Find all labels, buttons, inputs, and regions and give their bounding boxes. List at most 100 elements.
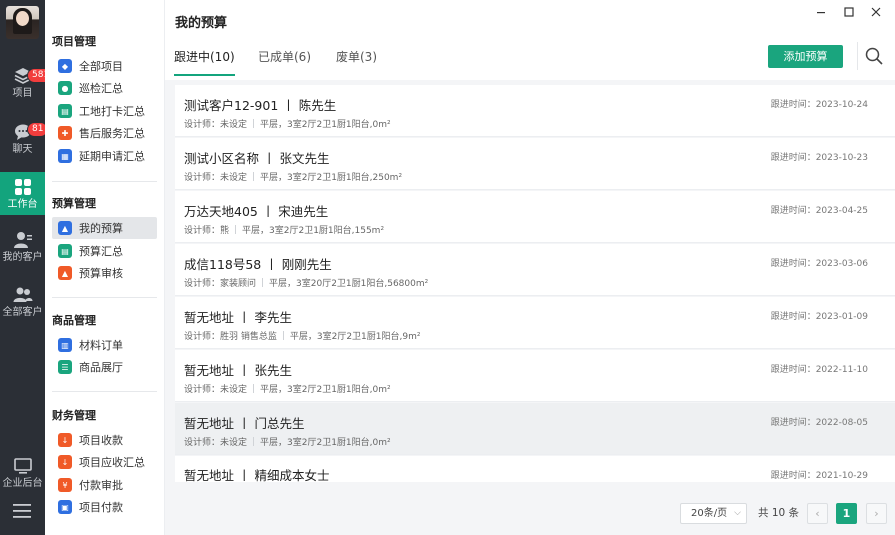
menu-divider <box>52 297 157 298</box>
tab-label: 废单(3) <box>336 50 377 64</box>
item-title: 暂无地址 丨 门总先生 <box>184 416 305 431</box>
yuan-icon: ¥ <box>58 478 72 492</box>
item-follow-time: 跟进时间：2023-10-23 <box>770 153 868 163</box>
menu-item-product-showroom[interactable]: ☰ 商品展厅 <box>52 356 157 378</box>
side-menu: 项目管理 ◆ 全部项目 ● 巡检汇总 ▤ 工地打卡汇总 ✚ 售后服务汇总 ▦ 延期申请汇总… <box>45 0 165 535</box>
menu-item-site-checkin-summary[interactable]: ▤ 工地打卡汇总 <box>52 100 157 122</box>
rail-item-enterprise-admin[interactable]: 企业后台 <box>0 456 45 496</box>
minimize-icon[interactable] <box>813 4 829 20</box>
main-content: 我的预算 跟进中(10) 已成单(6) 废单(3) 添加预算 测试客户12-90… <box>165 0 895 535</box>
item-designer: 设计师：胜羽 销售总监 <box>184 332 277 342</box>
item-follow-time: 跟进时间：2023-03-06 <box>770 259 868 269</box>
prev-page-button[interactable]: ‹ <box>807 503 828 524</box>
hamburger-menu-icon[interactable] <box>13 503 31 519</box>
menu-item-payment-approval[interactable]: ¥ 付款审批 <box>52 474 157 496</box>
item-description: 平层，3室2厅2卫1厨1阳台,0m² <box>260 438 391 448</box>
rail-label: 聊天 <box>12 144 33 155</box>
menu-item-label: 预算汇总 <box>79 245 123 258</box>
menu-item-label: 延期申请汇总 <box>79 150 145 163</box>
menu-item-label: 项目收款 <box>79 434 123 447</box>
item-follow-time: 跟进时间：2023-04-25 <box>770 206 868 216</box>
menu-item-label: 我的预算 <box>79 222 123 235</box>
close-icon[interactable] <box>868 4 884 20</box>
item-designer: 设计师：家装顾问 <box>184 279 257 289</box>
item-title: 测试客户12-901 丨 陈先生 <box>184 98 337 113</box>
item-title: 万达天地405 丨 宋迪先生 <box>184 204 329 219</box>
item-designer: 设计师：未设定 <box>184 438 248 448</box>
menu-item-after-sales-summary[interactable]: ✚ 售后服务汇总 <box>52 122 157 144</box>
list-icon: ☰ <box>58 360 72 374</box>
menu-item-material-orders[interactable]: ▥ 材料订单 <box>52 334 157 356</box>
menu-item-label: 项目付款 <box>79 501 123 514</box>
avatar[interactable] <box>6 6 39 39</box>
page-size-select[interactable]: 20条/页 ⌵ <box>680 503 747 524</box>
menu-item-label: 工地打卡汇总 <box>79 105 145 118</box>
list-item[interactable]: 测试小区名称 丨 张文先生 设计师：未设定 平层，3室2厅2卫1厨1阳台,250m… <box>175 138 895 190</box>
list-item[interactable]: 暂无地址 丨 李先生 设计师：胜羽 销售总监 平层，3室2厅2卫1厨1阳台,9m²… <box>175 297 895 349</box>
item-details: 设计师：胜羽 销售总监 平层，3室2厅2卫1厨1阳台,9m² <box>184 329 420 342</box>
list-item[interactable]: 暂无地址 丨 精细成本女士 跟进时间：2021-10-29 <box>175 456 895 483</box>
item-designer: 设计师：未设定 <box>184 385 248 395</box>
item-title: 暂无地址 丨 张先生 <box>184 363 292 378</box>
item-details: 设计师：未设定 平层，3室2厅2卫1厨1阳台,0m² <box>184 382 391 395</box>
search-icon[interactable] <box>865 47 883 65</box>
page-number-button[interactable]: 1 <box>836 503 857 524</box>
item-follow-time: 跟进时间：2023-01-09 <box>770 312 868 322</box>
tab-following[interactable]: 跟进中(10) <box>174 48 235 76</box>
item-follow-time: 跟进时间：2022-08-05 <box>770 418 868 428</box>
list-item[interactable]: 万达天地405 丨 宋迪先生 设计师：熊 平层，3室2厅2卫1厨1阳台,155m²… <box>175 191 895 243</box>
menu-item-all-projects[interactable]: ◆ 全部项目 <box>52 55 157 77</box>
menu-item-my-budget[interactable]: ▲ 我的预算 <box>52 217 157 239</box>
inspector-icon: ● <box>58 81 72 95</box>
download-icon: ↓ <box>58 433 72 447</box>
left-rail: 项目 5812 聊天 81 工作台 我的客户 全部客户 企业后台 <box>0 0 60 535</box>
page-title: 我的预算 <box>175 16 228 31</box>
next-page-button[interactable]: › <box>866 503 887 524</box>
item-description: 平层，3室2厅2卫1厨1阳台,0m² <box>260 385 391 395</box>
item-description: 平层，3室2厅2卫1厨1阳台,9m² <box>289 332 421 342</box>
menu-item-budget-review[interactable]: ▲ 预算审核 <box>52 262 157 284</box>
rail-item-my-customers[interactable]: 我的客户 <box>0 230 45 270</box>
header-divider <box>857 42 858 70</box>
review-icon: ▲ <box>58 266 72 280</box>
menu-section-title: 预算管理 <box>52 197 96 210</box>
menu-divider <box>52 181 157 182</box>
shield-icon: ✚ <box>58 126 72 140</box>
menu-item-project-receipts[interactable]: ↓ 项目收款 <box>52 429 157 451</box>
menu-item-budget-summary[interactable]: ▤ 预算汇总 <box>52 240 157 262</box>
menu-item-extension-request-summary[interactable]: ▦ 延期申请汇总 <box>52 145 157 167</box>
rail-label: 企业后台 <box>2 478 43 489</box>
rail-label: 我的客户 <box>2 252 43 263</box>
rail-label: 全部客户 <box>2 307 43 318</box>
item-details: 设计师：未设定 平层，3室2厅2卫1厨1阳台,0m² <box>184 435 391 448</box>
chart-icon: ▥ <box>58 338 72 352</box>
list-item[interactable]: 测试客户12-901 丨 陈先生 设计师：未设定 平层，3室2厅2卫1厨1阳台,0… <box>175 85 895 137</box>
list-item[interactable]: 暂无地址 丨 门总先生 设计师：未设定 平层，3室2厅2卫1厨1阳台,0m² 跟进… <box>175 403 895 455</box>
menu-item-project-payments[interactable]: ▣ 项目付款 <box>52 496 157 518</box>
rail-item-all-customers[interactable]: 全部客户 <box>0 285 45 325</box>
page-size-value: 20条/页 <box>691 508 728 519</box>
rail-label: 项目 <box>12 88 33 99</box>
menu-item-label: 材料订单 <box>79 339 123 352</box>
cube-icon: ◆ <box>58 59 72 73</box>
rail-item-workbench[interactable]: 工作台 <box>0 172 45 215</box>
add-budget-button[interactable]: 添加预算 <box>768 45 843 68</box>
menu-item-project-receivables-summary[interactable]: ↓ 项目应收汇总 <box>52 451 157 473</box>
tab-discarded[interactable]: 废单(3) <box>336 48 377 76</box>
item-details: 设计师：熊 平层，3室2厅2卫1厨1阳台,155m² <box>184 223 384 236</box>
item-description: 平层，3室20厅2卫1厨1阳台,56800m² <box>269 279 429 289</box>
tab-closed[interactable]: 已成单(6) <box>258 48 311 76</box>
calendar-icon: ▦ <box>58 149 72 163</box>
item-details: 设计师：未设定 平层，3室2厅2卫1厨1阳台,0m² <box>184 117 391 130</box>
menu-item-label: 巡检汇总 <box>79 82 123 95</box>
item-designer: 设计师：未设定 <box>184 173 248 183</box>
menu-item-inspection-summary[interactable]: ● 巡检汇总 <box>52 77 157 99</box>
maximize-icon[interactable] <box>841 4 857 20</box>
item-follow-time: 跟进时间：2021-10-29 <box>770 471 868 481</box>
inbox-icon: ↓ <box>58 455 72 469</box>
list-item[interactable]: 成信118号58 丨 刚刚先生 设计师：家装顾问 平层，3室20厅2卫1厨1阳台,… <box>175 244 895 296</box>
users-icon <box>13 287 32 302</box>
menu-item-label: 预算审核 <box>79 267 123 280</box>
list-item[interactable]: 暂无地址 丨 张先生 设计师：未设定 平层，3室2厅2卫1厨1阳台,0m² 跟进时… <box>175 350 895 402</box>
item-description: 平层，3室2厅2卫1厨1阳台,250m² <box>260 173 403 183</box>
